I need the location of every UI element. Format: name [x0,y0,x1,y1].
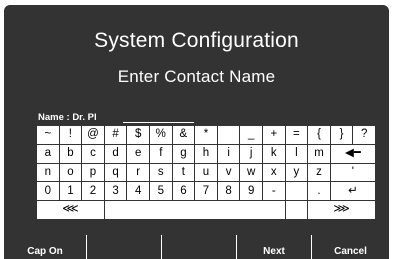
key-9[interactable]: 9 [240,182,262,201]
page-title: System Configuration [94,29,299,52]
key-close-brace[interactable]: } [330,126,353,144]
key-z[interactable]: z [308,163,330,182]
key-period[interactable]: . [308,182,330,201]
key-w[interactable]: w [240,163,262,182]
key-plus[interactable]: + [263,126,285,144]
key-4[interactable]: 4 [127,182,149,201]
key-backspace[interactable]: ◀━ [330,144,375,163]
key-r[interactable]: r [127,163,149,182]
key-a[interactable]: a [37,144,59,163]
key-underscore[interactable]: _ [240,126,262,144]
key-q[interactable]: q [104,163,127,182]
key-at[interactable]: @ [82,126,104,144]
key-j[interactable]: j [240,144,262,163]
key-hash[interactable]: # [104,126,127,144]
key-k[interactable]: k [263,144,285,163]
key-v[interactable]: v [217,163,240,182]
cancel-softkey[interactable]: Cancel [312,235,389,259]
cursor-left-icon: ⋘ [62,203,79,216]
key-5[interactable]: 5 [150,182,172,201]
key-1[interactable]: 1 [59,182,82,201]
key-dash[interactable]: - [263,182,285,201]
key-t[interactable]: t [172,163,195,182]
cap-on-softkey[interactable]: Cap On [4,235,86,259]
page-subtitle: Enter Contact Name [117,67,276,86]
softkey-bar: Cap On Next Cancel [4,235,389,259]
key-tilde[interactable]: ~ [37,126,59,144]
key-7[interactable]: 7 [195,182,217,201]
key-l[interactable]: l [285,144,308,163]
key-cursor-left[interactable]: ⋘ [37,201,104,219]
key-b[interactable]: b [59,144,82,163]
key-3[interactable]: 3 [104,182,127,201]
key-y[interactable]: y [285,163,308,182]
key-u[interactable]: u [195,163,217,182]
key-asterisk[interactable]: * [195,126,217,144]
key-blank[interactable] [217,126,240,144]
key-dollar[interactable]: $ [127,126,149,144]
key-open-brace[interactable]: { [308,126,330,144]
key-i[interactable]: i [217,144,240,163]
key-8[interactable]: 8 [217,182,240,201]
key-percent[interactable]: % [150,126,172,144]
onscreen-keyboard: ~ ! @ # $ % & * _ + = { } ? a b c d e f … [36,125,376,220]
blank-softkey-1[interactable] [87,235,161,259]
key-m[interactable]: m [308,144,330,163]
name-entry-field[interactable]: Name : Dr. Pl [38,112,198,126]
key-d[interactable]: d [104,144,127,163]
backspace-icon: ◀━ [345,146,361,159]
key-o[interactable]: o [59,163,82,182]
text-underline [123,122,194,123]
key-exclamation[interactable]: ! [59,126,82,144]
key-0[interactable]: 0 [37,182,59,201]
key-blank-2[interactable] [285,182,308,201]
cursor-right-icon: ⋙ [333,203,350,216]
key-s[interactable]: s [150,163,172,182]
device-screen: System Configuration Enter Contact Name … [4,5,389,259]
key-question[interactable]: ? [353,126,375,144]
key-6[interactable]: 6 [172,182,195,201]
blank-softkey-2[interactable] [162,235,236,259]
key-blank-3[interactable] [285,201,308,219]
key-p[interactable]: p [82,163,104,182]
key-apostrophe[interactable]: ' [330,163,375,182]
key-equals[interactable]: = [285,126,308,144]
name-entry-text: Name : Dr. Pl [38,112,97,123]
key-c[interactable]: c [82,144,104,163]
enter-icon: ↵ [348,184,358,197]
key-g[interactable]: g [172,144,195,163]
key-ampersand[interactable]: & [172,126,195,144]
key-space[interactable] [104,201,285,219]
key-enter[interactable]: ↵ [330,182,375,201]
key-n[interactable]: n [37,163,59,182]
key-e[interactable]: e [127,144,149,163]
key-2[interactable]: 2 [82,182,104,201]
key-x[interactable]: x [263,163,285,182]
key-h[interactable]: h [195,144,217,163]
key-f[interactable]: f [150,144,172,163]
next-softkey[interactable]: Next [237,235,311,259]
key-cursor-right[interactable]: ⋙ [308,201,375,219]
